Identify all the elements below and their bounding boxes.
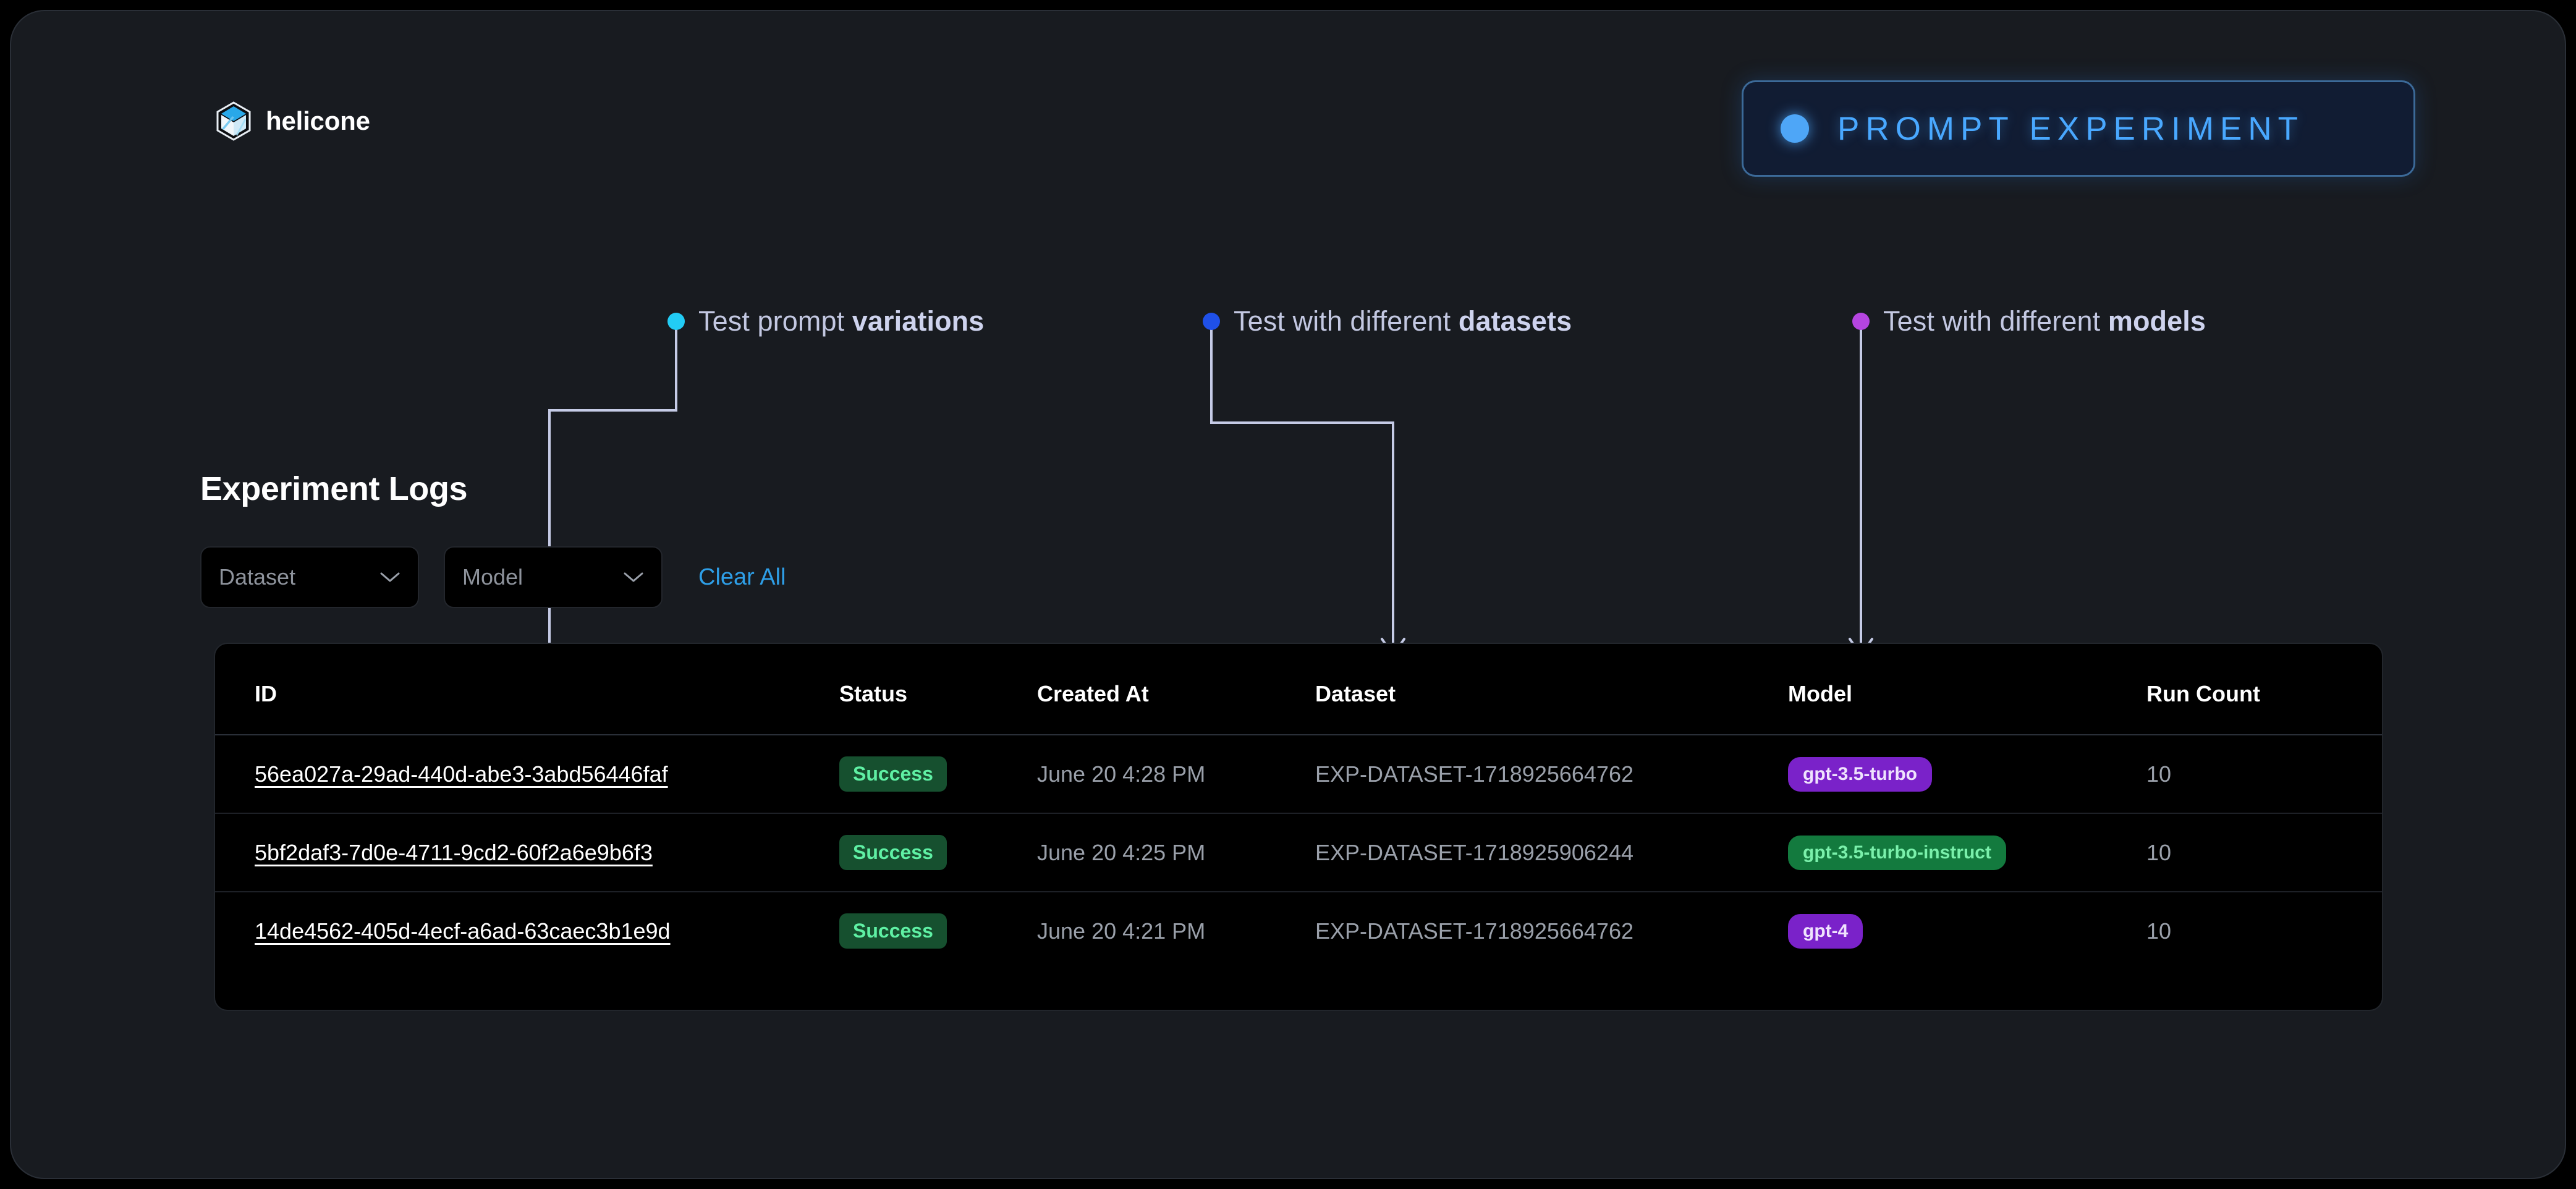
- callout-dot-icon: [1203, 313, 1220, 330]
- app-panel: helicone PROMPT EXPERIMENT Test prompt v…: [10, 10, 2566, 1179]
- callout-datasets-label: Test with different datasets: [1234, 305, 1572, 337]
- callout-dot-icon: [667, 313, 685, 330]
- dataset-value: EXP-DATASET-1718925906244: [1315, 839, 1633, 865]
- table-row[interactable]: 14de4562-405d-4ecf-a6ad-63caec3b1e9d Suc…: [215, 892, 2382, 970]
- table-row[interactable]: 56ea027a-29ad-440d-abe3-3abd56446faf Suc…: [215, 735, 2382, 814]
- dataset-value: EXP-DATASET-1718925664762: [1315, 761, 1633, 787]
- page-title: Experiment Logs: [200, 470, 468, 507]
- brand-logo-group[interactable]: helicone: [215, 101, 370, 141]
- status-badge: Success: [839, 756, 947, 792]
- experiment-id-link[interactable]: 14de4562-405d-4ecf-a6ad-63caec3b1e9d: [255, 918, 671, 944]
- model-badge: gpt-3.5-turbo: [1788, 756, 1932, 792]
- dataset-filter-value: Dataset: [219, 564, 296, 590]
- column-header-model[interactable]: Model: [1788, 644, 2146, 735]
- screenshot-root: helicone PROMPT EXPERIMENT Test prompt v…: [0, 0, 2576, 1189]
- column-header-dataset[interactable]: Dataset: [1315, 644, 1788, 735]
- helicone-cube-icon: [216, 101, 251, 141]
- model-filter-value: Model: [462, 564, 523, 590]
- status-dot-icon: [1781, 114, 1809, 143]
- experiment-id-link[interactable]: 56ea027a-29ad-440d-abe3-3abd56446faf: [255, 761, 668, 787]
- status-badge: Success: [839, 913, 947, 949]
- run-count-value: 10: [2146, 761, 2172, 787]
- table-row[interactable]: 5bf2daf3-7d0e-4711-9cd2-60f2a6e9b6f3 Suc…: [215, 813, 2382, 892]
- run-count-value: 10: [2146, 918, 2172, 944]
- callout-dot-icon: [1852, 313, 1870, 330]
- callout-variations-label: Test prompt variations: [698, 305, 985, 337]
- created-at-value: June 20 4:25 PM: [1037, 839, 1206, 865]
- table-header-row: ID Status Created At Dataset Model Run C…: [215, 644, 2382, 735]
- prompt-experiment-badge: PROMPT EXPERIMENT: [1742, 80, 2415, 177]
- callout-datasets: Test with different datasets: [1203, 305, 1572, 337]
- connector-datasets: [1210, 315, 1394, 649]
- callout-models-label: Test with different models: [1883, 305, 2206, 337]
- run-count-value: 10: [2146, 839, 2172, 865]
- dataset-value: EXP-DATASET-1718925664762: [1315, 918, 1633, 944]
- callout-variations: Test prompt variations: [667, 305, 984, 337]
- chevron-down-icon: [624, 572, 643, 582]
- created-at-value: June 20 4:28 PM: [1037, 761, 1206, 787]
- column-header-id[interactable]: ID: [215, 644, 839, 735]
- filter-bar: Dataset Model Clear All: [200, 546, 786, 608]
- brand-name: helicone: [266, 106, 370, 135]
- column-header-created-at[interactable]: Created At: [1037, 644, 1315, 735]
- status-badge: Success: [839, 835, 947, 870]
- model-badge: gpt-4: [1788, 913, 1863, 949]
- callout-models: Test with different models: [1852, 305, 2206, 337]
- clear-all-button[interactable]: Clear All: [698, 564, 786, 591]
- model-filter-select[interactable]: Model: [444, 546, 663, 608]
- prompt-experiment-badge-label: PROMPT EXPERIMENT: [1837, 110, 2305, 147]
- experiment-id-link[interactable]: 5bf2daf3-7d0e-4711-9cd2-60f2a6e9b6f3: [255, 840, 653, 865]
- column-header-status[interactable]: Status: [839, 644, 1037, 735]
- dataset-filter-select[interactable]: Dataset: [200, 546, 419, 608]
- model-badge: gpt-3.5-turbo-instruct: [1788, 835, 2006, 870]
- experiment-logs-table: ID Status Created At Dataset Model Run C…: [215, 644, 2382, 970]
- created-at-value: June 20 4:21 PM: [1037, 918, 1206, 944]
- experiment-logs-table-card: ID Status Created At Dataset Model Run C…: [214, 643, 2383, 1011]
- column-header-run-count[interactable]: Run Count: [2146, 644, 2382, 735]
- chevron-down-icon: [380, 572, 400, 582]
